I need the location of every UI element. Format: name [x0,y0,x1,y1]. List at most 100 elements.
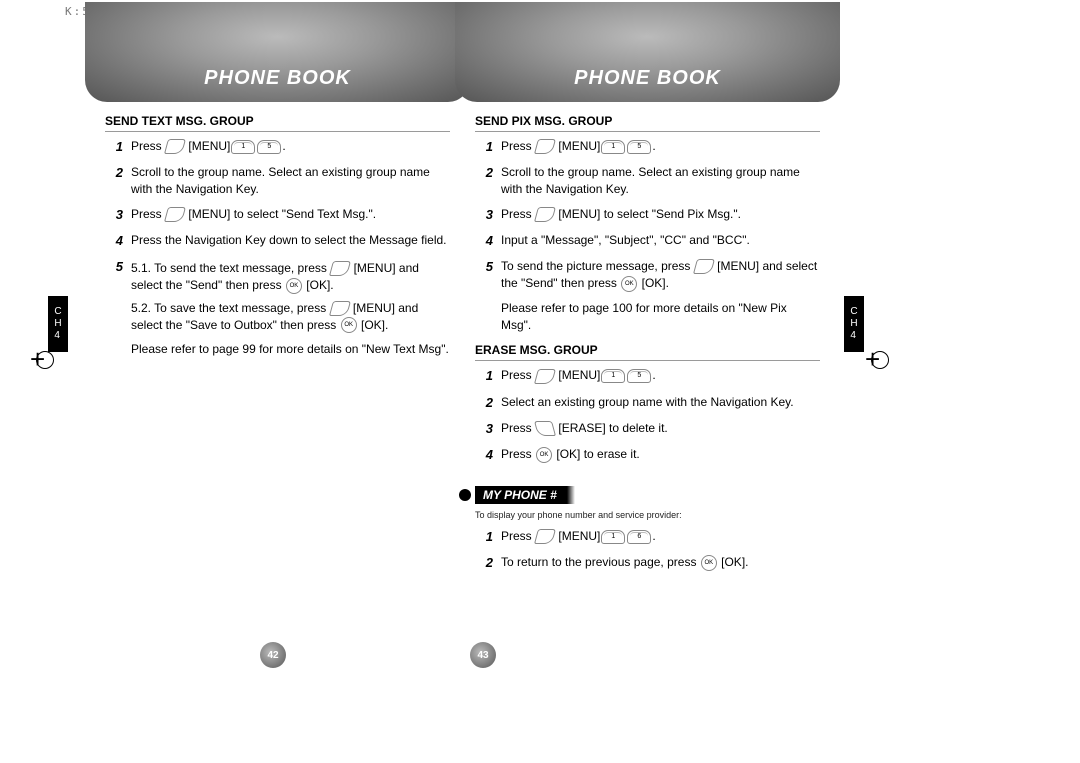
page-number-left: 42 [260,642,286,668]
steps-list: 1 Press [MENU]15. 2 Scroll to the group … [105,138,450,333]
step-text: Scroll to the group name. Select an exis… [501,164,820,198]
ok-key-icon: OK [341,317,357,333]
step-text: Press [501,447,532,461]
step-number: 2 [475,394,493,412]
num-key-icon: 1 [601,530,625,544]
num-key-icon: 5 [257,140,281,154]
soft-key-icon [164,207,186,222]
banner-title: PHONE BOOK [574,67,721,90]
page-number-right: 43 [470,642,496,668]
num-key-icon: 6 [627,530,651,544]
step-text: [OK]. [642,276,669,290]
step-text: [MENU] [558,368,600,382]
step-1: 1 Press [MENU]15. [105,138,450,156]
soft-key-icon [329,261,351,276]
step-text: To return to the previous page, press [501,555,696,569]
step-5: 5 To send the picture message, press [ME… [475,258,820,292]
step-text: [OK]. [721,555,748,569]
step-4: 4 Input a "Message", "Subject", "CC" and… [475,232,820,250]
step-number: 2 [475,164,493,198]
soft-key-icon [329,301,351,316]
step-number: 1 [105,138,123,156]
page-spread: PHONE BOOK SEND TEXT MSG. GROUP 1 Press … [0,0,1080,763]
step-text: Select an existing group name with the N… [501,394,820,412]
step-text: Press [501,529,532,543]
section-title: ERASE MSG. GROUP [475,343,820,361]
steps-list: 1 Press [MENU]16. 2 To return to the pre… [475,528,820,572]
step-number: 4 [475,232,493,250]
note-text: Please refer to page 99 for more details… [131,341,450,358]
content-right: SEND PIX MSG. GROUP 1 Press [MENU]15. 2 … [455,102,840,573]
step-text: [OK]. [361,318,388,332]
step-number: 1 [475,528,493,546]
step-text: [MENU] [558,529,600,543]
step-4: 4 Press OK [OK] to erase it. [475,446,820,464]
step-text: 5.1. To send the text message, press [131,261,327,275]
ok-key-icon: OK [621,276,637,292]
step-2: 2 Select an existing group name with the… [475,394,820,412]
step-text: Press [131,139,162,153]
soft-key-icon [534,369,556,384]
step-number: 5 [475,258,493,292]
step-number: 4 [105,232,123,250]
step-number: 2 [105,164,123,198]
step-number: 3 [105,206,123,224]
step-2: 2 To return to the previous page, press … [475,554,820,572]
banner-title: PHONE BOOK [204,67,351,90]
soft-key-icon [164,139,186,154]
step-1: 1 Press [MENU]15. [475,367,820,385]
steps-list: 1 Press [MENU]15. 2 Scroll to the group … [475,138,820,292]
step-text: [MENU] to select "Send Text Msg.". [188,207,376,221]
step-1: 1 Press [MENU]16. [475,528,820,546]
content-left: SEND TEXT MSG. GROUP 1 Press [MENU]15. 2… [85,102,470,358]
soft-key-right-icon [534,421,556,436]
step-1: 1 Press [MENU]15. [475,138,820,156]
step-number: 3 [475,206,493,224]
note-text: Please refer to page 100 for more detail… [501,300,820,334]
step-text: [OK]. [306,278,333,292]
step-text: [ERASE] to delete it. [558,421,667,435]
step-number: 4 [475,446,493,464]
step-3: 3 Press [MENU] to select "Send Pix Msg."… [475,206,820,224]
ok-key-icon: OK [701,555,717,571]
step-3: 3 Press [ERASE] to delete it. [475,420,820,438]
step-3: 3 Press [MENU] to select "Send Text Msg.… [105,206,450,224]
step-text: Press [501,139,532,153]
soft-key-icon [534,529,556,544]
step-text: . [652,139,655,153]
step-2: 2 Scroll to the group name. Select an ex… [475,164,820,198]
soft-key-icon [693,259,715,274]
step-text: Press [131,207,162,221]
step-text: [MENU] to select "Send Pix Msg.". [558,207,741,221]
step-text: Press [501,207,532,221]
step-text: Press [501,368,532,382]
step-text: . [652,368,655,382]
step-text: [MENU] [558,139,600,153]
soft-key-icon [534,139,556,154]
step-number: 5 [105,258,123,333]
steps-list: 1 Press [MENU]15. 2 Select an existing g… [475,367,820,464]
banner-left: PHONE BOOK [85,2,470,102]
ok-key-icon: OK [536,447,552,463]
step-text: 5.2. To save the text message, press [131,301,326,315]
step-number: 1 [475,138,493,156]
step-text: . [652,529,655,543]
step-4: 4 Press the Navigation Key down to selec… [105,232,450,250]
banner-right: PHONE BOOK [455,2,840,102]
num-key-icon: 5 [627,369,651,383]
num-key-icon: 1 [601,369,625,383]
page-right: PHONE BOOK SEND PIX MSG. GROUP 1 Press [… [455,0,840,763]
step-text: Press the Navigation Key down to select … [131,232,450,250]
soft-key-icon [534,207,556,222]
num-key-icon: 1 [231,140,255,154]
step-5: 5 5.1. To send the text message, press [… [105,258,450,333]
step-text: [MENU] [188,139,230,153]
step-text: . [282,139,285,153]
step-2: 2 Scroll to the group name. Select an ex… [105,164,450,198]
num-key-icon: 5 [627,140,651,154]
step-number: 1 [475,367,493,385]
step-text: Press [501,421,532,435]
num-key-icon: 1 [601,140,625,154]
step-text: Scroll to the group name. Select an exis… [131,164,450,198]
step-number: 2 [475,554,493,572]
